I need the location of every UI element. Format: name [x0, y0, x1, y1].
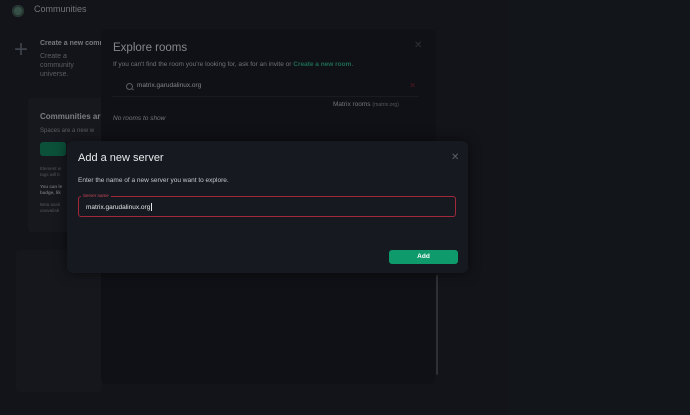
server-name-input[interactable] — [86, 204, 426, 211]
add-button[interactable]: Add — [389, 250, 458, 264]
add-server-description: Enter the name of a new server you want … — [78, 177, 229, 184]
add-server-title: Add a new server — [78, 152, 164, 164]
close-icon[interactable]: ✕ — [451, 152, 459, 163]
text-cursor — [151, 203, 152, 211]
server-name-label: Server name — [81, 193, 111, 198]
